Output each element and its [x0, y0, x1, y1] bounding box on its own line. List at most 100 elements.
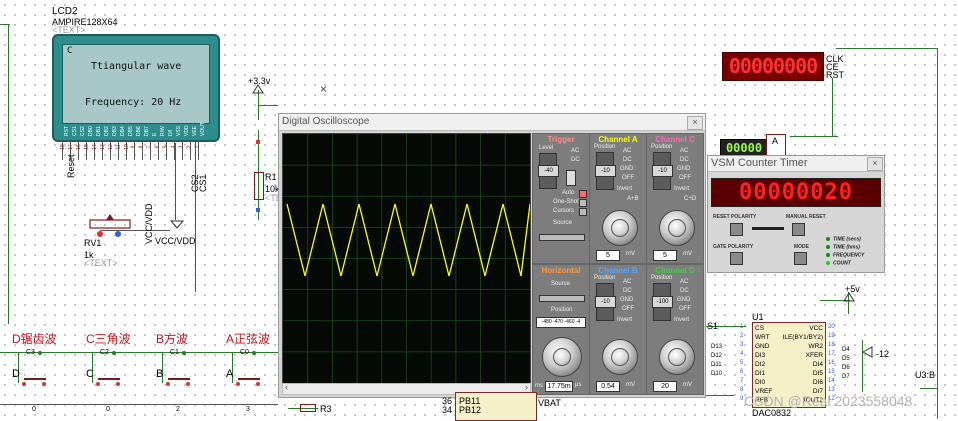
- trigger-oneshot-button[interactable]: [579, 199, 587, 207]
- vsm-titlebar[interactable]: VSM Counter Timer ×: [708, 156, 884, 172]
- horizontal-source-bar[interactable]: [539, 295, 585, 302]
- scroll-right-icon[interactable]: ›: [525, 382, 528, 392]
- channel-a-dc: DC: [623, 157, 632, 163]
- u1-right-pin-number: 17: [828, 351, 835, 357]
- channel-a-position-label: Position: [594, 144, 616, 150]
- channel-a-readout: 5: [596, 250, 620, 261]
- channel-b-panel: Channel B Position -10 AC DC GND OFF Inv…: [589, 264, 647, 395]
- channel-d-panel: Channel D Position -100 AC DC GND OFF In…: [646, 264, 704, 395]
- trigger-auto: Auto: [562, 190, 575, 196]
- channel-c-position-slider[interactable]: -10: [652, 152, 673, 190]
- trigger-level-slider[interactable]: -40: [538, 153, 559, 189]
- lcd-pin-label: DB2: [104, 126, 110, 136]
- channel-a-ac: AC: [623, 148, 632, 154]
- oscilloscope-titlebar[interactable]: Digital Oscilloscope ×: [279, 114, 705, 131]
- vsm-gate-polarity-label: GATE POLARITY: [713, 244, 754, 250]
- oscilloscope-close-button[interactable]: ×: [687, 116, 703, 130]
- channel-d-readout: 20: [653, 381, 677, 392]
- lcd-pin-label: CS1: [72, 126, 78, 136]
- horizontal-title: Horizontal: [541, 266, 581, 275]
- trigger-cursors-button[interactable]: [579, 208, 587, 216]
- push-button-b[interactable]: [166, 378, 192, 386]
- lcd-pin-number: 8: [138, 145, 145, 149]
- vsm-close-button[interactable]: ×: [867, 157, 883, 171]
- lcd-pin-label: DB3: [112, 126, 118, 136]
- trigger-auto-button[interactable]: [579, 190, 587, 198]
- push-button-pin-left: [236, 382, 240, 386]
- oscilloscope-window[interactable]: Digital Oscilloscope × ‹ › Trigger Level…: [278, 113, 706, 398]
- channel-c-dc: DC: [680, 157, 689, 163]
- vsm-mode-dot-icon: [826, 237, 830, 242]
- lcd-pin-label: DB5: [128, 126, 134, 136]
- u1-net-label: D6: [842, 365, 850, 371]
- u1-left-pin-number: 9: [740, 396, 744, 402]
- button-number: 0: [106, 406, 110, 413]
- lcd-pin-number: 14: [91, 144, 98, 150]
- vsm-title: VSM Counter Timer: [711, 157, 808, 169]
- lcd-pin-label: RST: [64, 126, 70, 136]
- lcd-line-1: Ttiangular wave: [91, 61, 182, 72]
- scroll-left-icon[interactable]: ‹: [285, 382, 288, 392]
- push-button-d[interactable]: [22, 378, 48, 386]
- vsm-mode-item: TIME (hms): [826, 242, 860, 250]
- horizontal-timebase-knob[interactable]: [542, 337, 582, 377]
- channel-a-panel: Channel A Position -10 AC DC GND OFF Inv…: [589, 133, 647, 264]
- supply-arrow-icon: [252, 84, 264, 94]
- push-button-c[interactable]: [96, 378, 122, 386]
- channel-c-position-label: Position: [651, 144, 673, 150]
- lcd-pin-label: D/I: [168, 129, 174, 136]
- u1-data-net-labels: D13 D12 D11 D10: [711, 344, 737, 384]
- lcd-pin-label: DB6: [136, 126, 142, 136]
- horizontal-unit: μs: [575, 382, 582, 388]
- channel-a-off: OFF: [622, 175, 634, 181]
- u1-net-label: D4: [842, 347, 850, 353]
- channel-c-volts-knob[interactable]: [659, 210, 695, 246]
- u1-right-pin-number: 20: [828, 324, 835, 330]
- push-button-cap: [24, 378, 46, 380]
- vsm-counter-window[interactable]: VSM Counter Timer × 00000020 RESET POLAR…: [707, 155, 885, 273]
- push-button-cap: [168, 378, 190, 380]
- channel-b-gnd: GND: [620, 297, 634, 303]
- u1-net-label: D7: [842, 374, 850, 380]
- button-net-dot-icon: [38, 351, 42, 355]
- push-button-pin-left: [22, 382, 26, 386]
- r3-resistor: [300, 404, 316, 412]
- push-button-cap: [238, 378, 260, 380]
- u1-part: DAC0832: [752, 408, 792, 418]
- vsm-gate-polarity-button[interactable]: [730, 252, 743, 265]
- push-button-a[interactable]: [236, 378, 262, 386]
- lcd-pin-number: 7: [146, 145, 153, 149]
- channel-b-volts-knob[interactable]: [602, 339, 638, 375]
- reset-label: Reset: [66, 154, 76, 178]
- r1-resistor: [254, 172, 264, 200]
- channel-a-volts-knob[interactable]: [602, 210, 638, 246]
- channel-d-invert: Invert: [674, 317, 690, 323]
- channel-d-volts-knob[interactable]: [659, 339, 695, 375]
- push-button-pin-right: [116, 382, 120, 386]
- u1-left-pin-label: DI0: [755, 379, 766, 386]
- neg-supply-arrow-icon: [862, 346, 873, 358]
- channel-d-position-slider[interactable]: -100: [652, 283, 673, 321]
- channel-a-position-slider[interactable]: -10: [595, 152, 616, 190]
- button-net-dot-icon: [252, 351, 256, 355]
- horizontal-position-readout[interactable]: -480 -470 -460 -4: [536, 317, 586, 328]
- lcd-pin-leg: [158, 140, 159, 160]
- lcd-pin-label: DB7: [144, 126, 150, 136]
- supply-5v-arrow-icon: [843, 292, 855, 302]
- u1-left-pin-label: WRT: [755, 334, 770, 341]
- vsm-reset-polarity-button[interactable]: [730, 223, 743, 236]
- lcd-pin-number: 12: [107, 144, 114, 150]
- button-letter: B: [156, 368, 164, 380]
- lcd-pin-number: 15: [83, 144, 90, 150]
- button-net-label: C1: [170, 349, 179, 356]
- lcd-pin-label: VSS: [176, 125, 182, 136]
- lcd-pin-label: DB4: [120, 126, 126, 136]
- vccvdd-label-2: VCC/VDD: [155, 236, 196, 246]
- trigger-source-bar[interactable]: [539, 234, 585, 241]
- vsm-manual-reset-label: MANUAL RESET: [786, 214, 826, 220]
- channel-b-position-slider[interactable]: -10: [595, 283, 616, 321]
- vsm-mode-button[interactable]: [794, 252, 807, 265]
- trigger-switch[interactable]: [566, 170, 576, 186]
- vsm-manual-reset-button[interactable]: [792, 223, 805, 236]
- rv-text: <TEXT>: [84, 258, 118, 268]
